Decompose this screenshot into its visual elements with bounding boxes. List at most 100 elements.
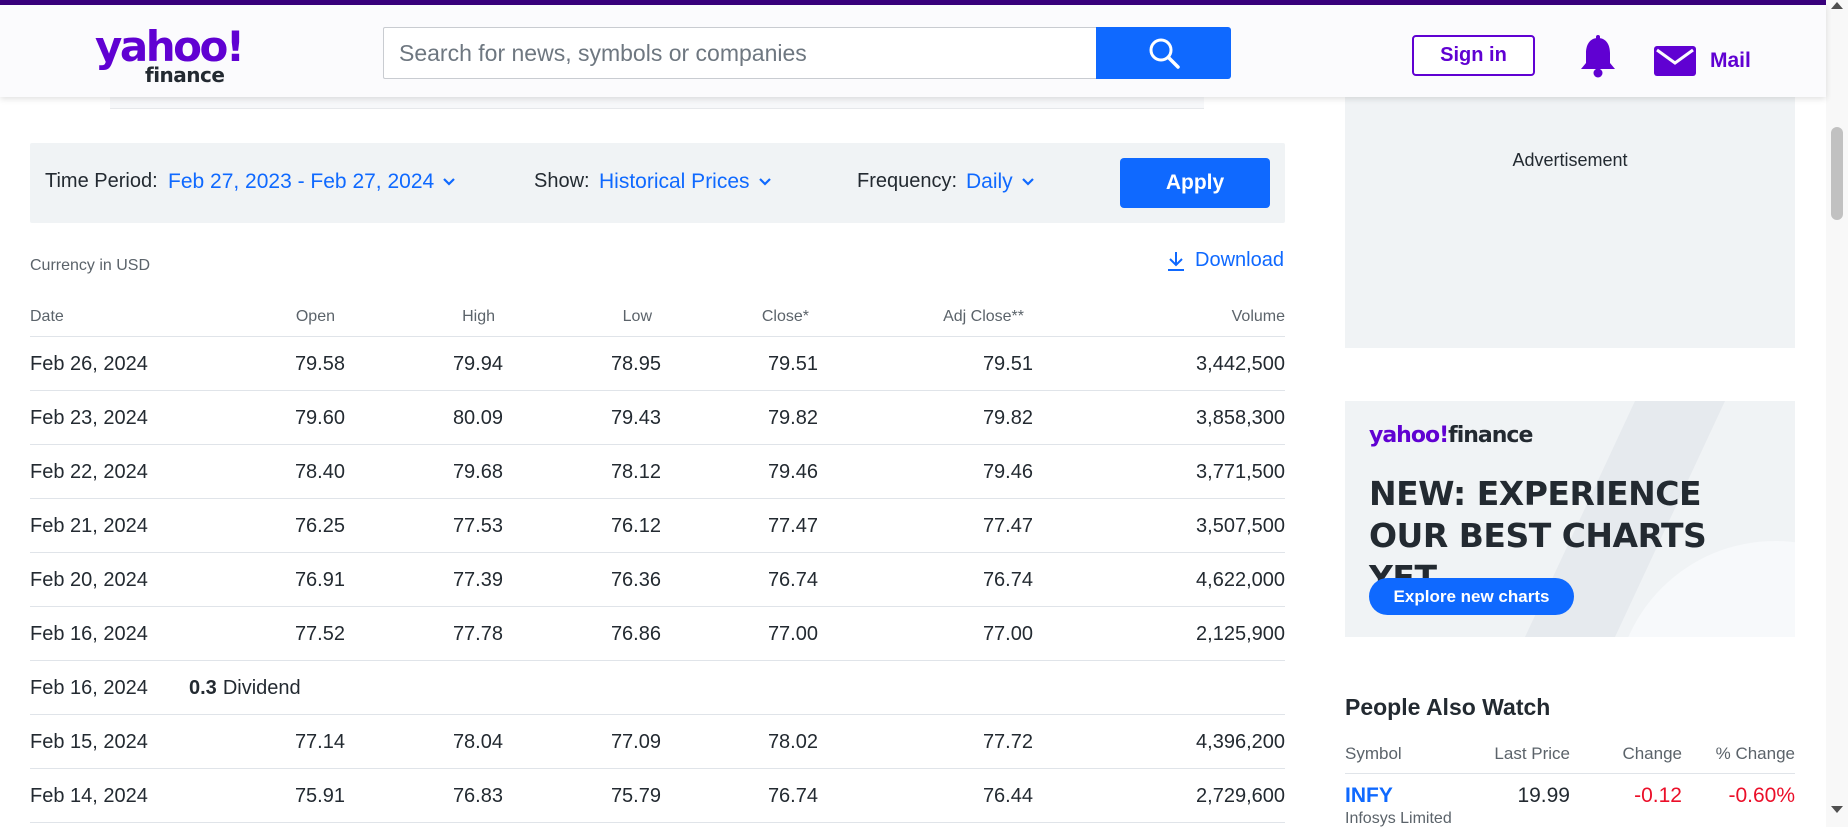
- cell-date: Feb 16, 2024: [30, 623, 148, 645]
- cell-volume: 3,771,500: [1196, 461, 1285, 483]
- paw-pct-change: -0.60%: [1728, 784, 1795, 807]
- column-header-date: Date: [30, 308, 64, 325]
- search-button[interactable]: [1096, 27, 1231, 79]
- cell-adj-close: 77.00: [982, 623, 1033, 645]
- search-box: [383, 27, 1097, 79]
- mail-icon: [1654, 46, 1696, 76]
- apply-button[interactable]: Apply: [1120, 158, 1270, 208]
- site-header: yahoo! finance Sign in Mail: [0, 5, 1826, 97]
- explore-new-charts-button[interactable]: Explore new charts: [1369, 578, 1574, 615]
- people-also-watch-row[interactable]: INFY Infosys Limited 19.99 -0.12 -0.60%: [1345, 774, 1795, 827]
- advertisement-box: Advertisement: [1345, 97, 1795, 348]
- cell-open: 79.60: [294, 407, 345, 429]
- historical-prices-table: Date Open High Low Close* Adj Close** Vo…: [30, 300, 1285, 823]
- cell-open: 79.58: [294, 353, 345, 375]
- logo-subtitle: finance: [145, 63, 225, 87]
- cell-volume: 3,858,300: [1196, 407, 1285, 429]
- dividend-info: 0.3 Dividend: [189, 677, 301, 700]
- cell-close: 79.46: [767, 461, 818, 483]
- notification-bell-icon[interactable]: [1578, 35, 1618, 79]
- download-label: Download: [1195, 249, 1284, 271]
- cell-adj-close: 77.72: [982, 731, 1033, 753]
- cell-close: 77.47: [767, 515, 818, 537]
- show-value: Historical Prices: [599, 170, 750, 193]
- page-scrollbar[interactable]: [1826, 0, 1848, 827]
- frequency-dropdown[interactable]: Daily: [966, 170, 1035, 194]
- cell-close: 77.00: [767, 623, 818, 645]
- cell-high: 77.39: [452, 569, 503, 591]
- table-row: Feb 22, 2024 78.40 79.68 78.12 79.46 79.46 3,7…: [30, 445, 1285, 499]
- cell-low: 78.12: [610, 461, 661, 483]
- cell-volume: 4,622,000: [1196, 569, 1285, 591]
- dividend-row: Feb 16, 2024 0.3 Dividend: [30, 661, 1285, 715]
- cell-date: Feb 21, 2024: [30, 515, 148, 537]
- column-header-close: Close*: [761, 308, 809, 325]
- scroll-down-arrow-icon[interactable]: [1831, 806, 1843, 813]
- time-period-value: Feb 27, 2023 - Feb 27, 2024: [168, 170, 435, 193]
- table-body: Feb 26, 2024 79.58 79.94 78.95 79.51 79.51 3,4…: [30, 337, 1285, 823]
- yahoo-finance-logo[interactable]: yahoo! finance: [95, 25, 245, 88]
- frequency-label: Frequency:: [857, 170, 958, 192]
- paw-company-name: Infosys Limited: [1345, 810, 1452, 827]
- mail-label: Mail: [1710, 49, 1751, 72]
- currency-note: Currency in USD: [30, 257, 151, 274]
- cell-close: 76.74: [767, 785, 818, 807]
- mail-link[interactable]: Mail: [1654, 43, 1751, 79]
- cell-high: 76.83: [452, 785, 503, 807]
- cell-low: 79.43: [610, 407, 661, 429]
- cell-date: Feb 16, 2024: [30, 677, 148, 699]
- table-row: Feb 14, 2024 75.91 76.83 75.79 76.74 76.44 2,7…: [30, 769, 1285, 823]
- cell-adj-close: 79.82: [982, 407, 1033, 429]
- scrollbar-thumb[interactable]: [1831, 127, 1843, 220]
- cell-high: 79.94: [452, 353, 503, 375]
- paw-col-change: Change: [1622, 744, 1682, 763]
- table-row: Feb 26, 2024 79.58 79.94 78.95 79.51 79.51 3,4…: [30, 337, 1285, 391]
- charts-promo-card: yahoo!finance NEW: EXPERIENCE OUR BEST C…: [1345, 401, 1795, 637]
- people-also-watch-title: People Also Watch: [1345, 694, 1551, 720]
- cell-volume: 2,729,600: [1196, 785, 1285, 807]
- paw-symbol[interactable]: INFY: [1345, 784, 1393, 808]
- cell-volume: 4,396,200: [1196, 731, 1285, 753]
- cell-low: 76.36: [610, 569, 661, 591]
- cell-high: 77.53: [452, 515, 503, 537]
- cell-date: Feb 20, 2024: [30, 569, 148, 591]
- cell-open: 77.52: [294, 623, 345, 645]
- cell-date: Feb 26, 2024: [30, 353, 148, 375]
- table-row: Feb 15, 2024 77.14 78.04 77.09 78.02 77.72 4,3…: [30, 715, 1285, 769]
- table-row: Feb 23, 2024 79.60 80.09 79.43 79.82 79.82 3,8…: [30, 391, 1285, 445]
- paw-change: -0.12: [1634, 784, 1682, 807]
- table-row: Feb 16, 2024 77.52 77.78 76.86 77.00 77.00 2,1…: [30, 607, 1285, 661]
- cell-date: Feb 14, 2024: [30, 785, 148, 807]
- chevron-down-icon: [443, 178, 455, 186]
- column-header-volume: Volume: [1231, 308, 1285, 325]
- download-link[interactable]: Download: [1166, 249, 1284, 272]
- cell-high: 79.68: [452, 461, 503, 483]
- column-header-open: Open: [295, 308, 335, 325]
- paw-col-pct-change: % Change: [1715, 744, 1795, 763]
- dividend-label: Dividend: [222, 677, 301, 699]
- promo-logo-yahoo: yahoo!: [1369, 423, 1449, 448]
- search-icon: [1149, 38, 1180, 69]
- cell-open: 75.91: [294, 785, 345, 807]
- cell-close: 79.82: [767, 407, 818, 429]
- show-dropdown[interactable]: Historical Prices: [599, 170, 772, 194]
- time-period-dropdown[interactable]: Feb 27, 2023 - Feb 27, 2024: [168, 170, 456, 194]
- chevron-down-icon: [1021, 178, 1034, 186]
- cell-adj-close: 76.44: [982, 785, 1033, 807]
- paw-col-last-price: Last Price: [1494, 744, 1570, 763]
- cell-date: Feb 22, 2024: [30, 461, 148, 483]
- people-also-watch-header: Symbol Last Price Change % Change: [1345, 742, 1795, 774]
- scroll-up-arrow-icon[interactable]: [1831, 2, 1843, 9]
- search-input[interactable]: [384, 28, 1097, 78]
- cell-low: 76.86: [610, 623, 661, 645]
- download-icon: [1168, 251, 1184, 271]
- cell-low: 76.12: [610, 515, 661, 537]
- cell-adj-close: 76.74: [982, 569, 1033, 591]
- time-period-label: Time Period:: [45, 170, 158, 192]
- dividend-amount: 0.3: [189, 677, 217, 699]
- cell-volume: 3,507,500: [1196, 515, 1285, 537]
- cell-close: 78.02: [767, 731, 818, 753]
- sign-in-button[interactable]: Sign in: [1412, 35, 1535, 76]
- cell-adj-close: 77.47: [982, 515, 1033, 537]
- cell-low: 77.09: [610, 731, 661, 753]
